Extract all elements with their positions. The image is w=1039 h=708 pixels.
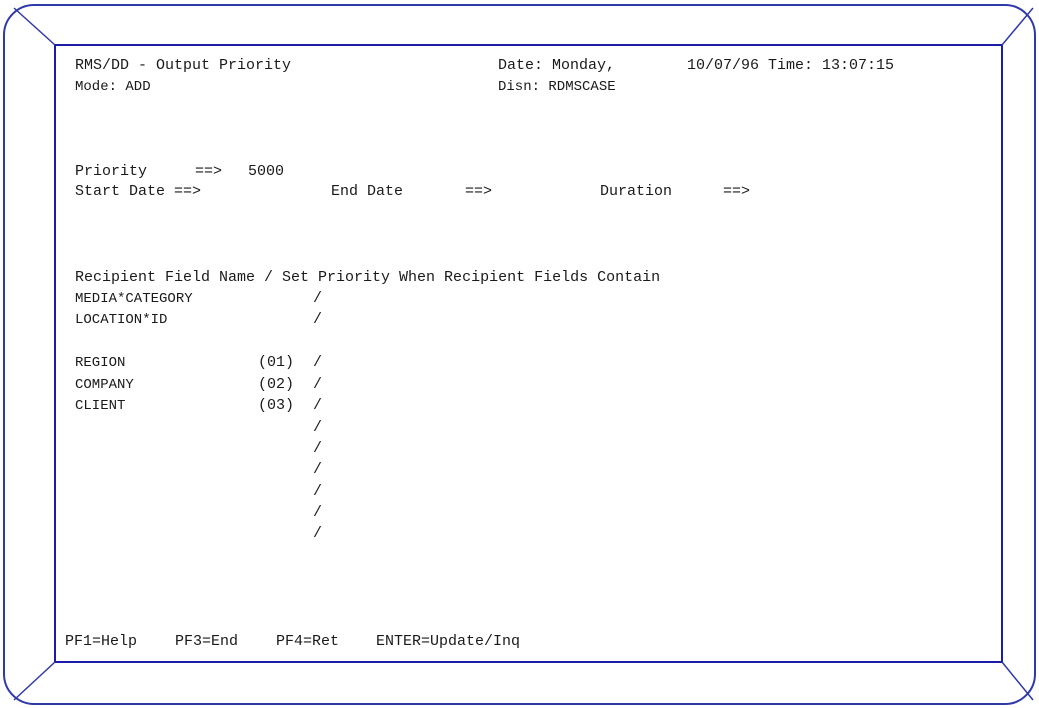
recipient-value-input[interactable]: / bbox=[313, 505, 322, 521]
mode-indicator: Mode: ADD bbox=[75, 79, 151, 95]
recipient-value-input[interactable]: / bbox=[313, 484, 322, 500]
end-date-arrow[interactable]: ==> bbox=[465, 184, 492, 200]
end-date-label: End Date bbox=[331, 183, 404, 200]
recipient-field-name: CLIENT bbox=[75, 398, 126, 414]
recipient-value-input[interactable]: / bbox=[313, 462, 322, 478]
recipient-value-input[interactable]: / bbox=[313, 312, 322, 328]
duration-arrow[interactable]: ==> bbox=[723, 184, 750, 200]
duration-label: Duration bbox=[600, 183, 673, 200]
recipient-value-input[interactable]: / bbox=[313, 526, 322, 542]
screen-title: RMS/DD - Output Priority bbox=[75, 57, 292, 74]
priority-input[interactable]: 5000 bbox=[248, 164, 284, 180]
recipient-field-name: LOCATION*ID bbox=[75, 312, 168, 328]
disn-indicator: Disn: RDMSCASE bbox=[498, 79, 616, 95]
recipient-heading: Recipient Field Name / Set Priority When… bbox=[75, 269, 661, 286]
recipient-value-input[interactable]: / bbox=[313, 377, 322, 393]
priority-arrow: ==> bbox=[195, 163, 223, 180]
date-label: Date: Monday, bbox=[498, 57, 616, 74]
recipient-value-input[interactable]: / bbox=[313, 398, 322, 414]
pf4-return-key[interactable]: PF4=Ret bbox=[276, 634, 339, 650]
recipient-field-name: COMPANY bbox=[75, 377, 134, 393]
start-date-field[interactable]: Start Date ==> bbox=[75, 184, 201, 200]
recipient-field-number: (03) bbox=[258, 397, 295, 414]
recipient-value-input[interactable]: / bbox=[313, 420, 322, 436]
enter-update-key[interactable]: ENTER=Update/Inq bbox=[376, 634, 520, 650]
recipient-field-number: (02) bbox=[258, 376, 295, 393]
recipient-field-name: MEDIA*CATEGORY bbox=[75, 291, 193, 307]
pf1-help-key[interactable]: PF1=Help bbox=[65, 634, 137, 650]
recipient-field-number: (01) bbox=[258, 354, 295, 371]
terminal-frame bbox=[3, 4, 1036, 705]
pf3-end-key[interactable]: PF3=End bbox=[175, 634, 238, 650]
priority-label: Priority bbox=[75, 163, 148, 180]
recipient-value-input[interactable]: / bbox=[313, 291, 322, 307]
recipient-field-name: REGION bbox=[75, 355, 126, 371]
recipient-value-input[interactable]: / bbox=[313, 355, 322, 371]
recipient-value-input[interactable]: / bbox=[313, 441, 322, 457]
date-time: 10/07/96 Time: 13:07:15 bbox=[687, 57, 895, 74]
